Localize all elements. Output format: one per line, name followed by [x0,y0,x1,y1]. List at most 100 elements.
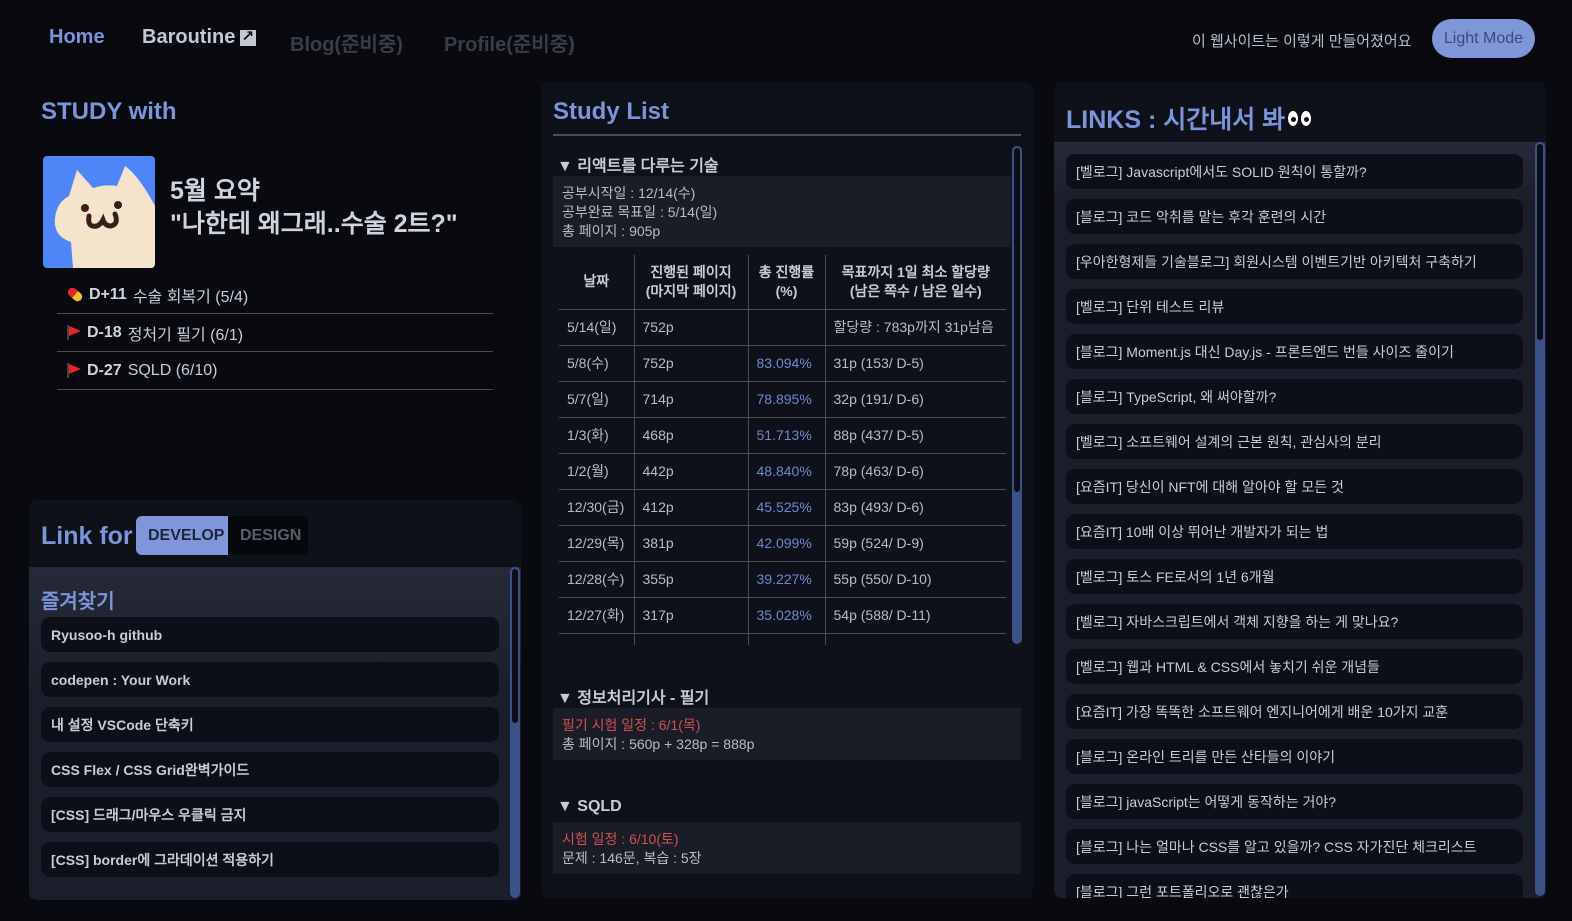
exam-date: 시험 일정 : 6/10(토) [562,831,679,847]
col-quota: 목표까지 1일 최소 할당량 (남은 쪽수 / 남은 일수) [824,255,1006,310]
title-divider [553,134,1021,136]
favorites-heading: 즐겨찾기 [41,591,115,613]
cat-avatar [43,156,155,268]
dday-count: D-27 [87,361,122,379]
category-toggle: DEVELOP DESIGN [136,516,308,555]
links-scrollbar[interactable] [1535,142,1545,896]
dday-count: D-18 [87,323,122,341]
top-nav: Home Baroutine Blog(준비중) Profile(준비중) 이 … [0,0,1572,78]
dday-count: D+11 [89,285,127,303]
link-item[interactable]: [블로그] 그런 포트폴리오로 괜찮은가 [1066,874,1523,898]
links-scrollbar-thumb[interactable] [1535,142,1545,342]
summary-month: 5월 요약 [170,177,260,205]
link-item[interactable]: [블로그] 온라인 트리를 만든 산타들의 이야기 [1066,739,1523,774]
cell-pages: 752p [633,309,748,346]
cell-empty [633,633,748,645]
col-date: 날짜 [559,255,634,310]
link-item[interactable]: [벨로그] 토스 FE로서의 1년 6개월 [1066,559,1523,594]
link-item[interactable]: [요즘IT] 가장 똑똑한 소프트웨어 엔지니어에게 배운 10가지 교훈 [1066,694,1523,729]
link-item[interactable]: [벨로그] 웹과 HTML & CSS에서 놓치기 쉬운 개념들 [1066,649,1523,684]
links-list: [벨로그] Javascript에서도 SOLID 원칙이 통할까? [블로그] … [1066,154,1523,898]
favorites-list: Ryusoo-h github codepen : Your Work 내 설정… [41,617,499,887]
link-for-panel: Link for DEVELOP DESIGN 즐겨찾기 Ryusoo-h gi… [29,500,521,900]
cell-pages: 752p [633,345,748,382]
favorites-scrollbar[interactable] [510,567,520,898]
study-scrollbar-thumb[interactable] [1012,146,1022,494]
cell-progress [747,309,825,346]
section-toggle-react[interactable]: ▼ 리액트를 다루는 기술 [557,152,719,176]
tab-develop[interactable]: DEVELOP [136,516,228,555]
cell-quota: 83p (493/ D-6) [824,489,1006,526]
link-item[interactable]: [벨로그] 소프트웨어 설계의 근본 원칙, 관심사의 분리 [1066,424,1523,459]
link-item[interactable]: [요즘IT] 10배 이상 뛰어난 개발자가 되는 법 [1066,514,1523,549]
cell-date: 12/27(화) [559,597,634,634]
favorite-link[interactable]: [CSS] border에 그라데이션 적용하기 [41,842,499,877]
link-item[interactable]: [블로그] TypeScript, 왜 써야할까? [1066,379,1523,414]
cell-pages: 468p [633,417,748,454]
nav-profile-link: Profile(준비중) [444,34,575,56]
cell-date: 1/3(화) [559,417,634,454]
table-row: 5/14(일) 752p 할당량 : 783p까지 31p남음 [559,309,1006,346]
study-with-title: STUDY with [41,98,177,125]
nav-baroutine-link[interactable]: Baroutine [142,26,257,49]
info-line: 공부시작일 : 12/14(수) [562,185,696,201]
table-row [559,633,1006,645]
table-row: 12/27(화) 317p 35.028% 54p (588/ D-11) [559,597,1006,634]
favorites-scrollbar-thumb[interactable] [510,567,520,725]
favorite-link[interactable]: codepen : Your Work [41,662,499,697]
favorite-link[interactable]: [CSS] 드래그/마우스 우클릭 금지 [41,797,499,832]
col-pages: 진행된 페이지 (마지막 페이지) [633,255,748,310]
info-line: 총 페이지 : 560p + 328p = 888p [562,736,755,752]
dday-list: D+11 수술 회복기 (5/4) D-18 정처기 필기 (6/1) D-27… [57,276,493,390]
cell-progress: 39.227% [747,561,825,598]
cell-progress: 42.099% [747,525,825,562]
table-row: 5/8(수) 752p 83.094% 31p (153/ D-5) [559,345,1006,382]
cell-date: 12/30(금) [559,489,634,526]
link-item[interactable]: [벨로그] 단위 테스트 리뷰 [1066,289,1523,324]
favorite-link[interactable]: CSS Flex / CSS Grid완벽가이드 [41,752,499,787]
cell-date: 5/7(일) [559,381,634,418]
cell-quota: 55p (550/ D-10) [824,561,1006,598]
nav-home-link[interactable]: Home [49,26,105,49]
link-item[interactable]: [블로그] 나는 얼마나 CSS를 알고 있을까? CSS 자가진단 체크리스트 [1066,829,1523,864]
engineer-info-box: 필기 시험 일정 : 6/1(목) 총 페이지 : 560p + 328p = … [553,708,1021,760]
table-row: 1/3(화) 468p 51.713% 88p (437/ D-5) [559,417,1006,454]
cell-quota: 88p (437/ D-5) [824,417,1006,454]
light-mode-button[interactable]: Light Mode [1432,19,1535,58]
about-site-link[interactable]: 이 웹사이트는 이렇게 만들어졌어요 [1192,30,1412,51]
link-item[interactable]: [블로그] javaScript는 어떻게 동작하는 거야? [1066,784,1523,819]
eyes-icon [1287,109,1313,127]
cell-quota: 78p (463/ D-6) [824,453,1006,490]
cell-progress: 83.094% [747,345,825,382]
cell-date: 5/14(일) [559,309,634,346]
flag-icon [67,363,81,378]
cell-date: 1/2(월) [559,453,634,490]
link-item[interactable]: [블로그] 코드 악취를 맡는 후각 훈련의 시간 [1066,199,1523,234]
cell-date: 12/28(수) [559,561,634,598]
link-item[interactable]: [우아한형제들 기술블로그] 회원시스템 이벤트기반 아키텍처 구축하기 [1066,244,1523,279]
cell-empty [824,633,1006,645]
nav-baroutine-label: Baroutine [142,26,236,48]
dday-label: SQLD (6/10) [127,361,218,379]
cell-quota: 54p (588/ D-11) [824,597,1006,634]
nav-blog-link: Blog(준비중) [290,34,403,56]
external-link-icon [240,27,257,46]
link-item[interactable]: [요즘IT] 당신이 NFT에 대해 알아야 할 모든 것 [1066,469,1523,504]
cell-quota: 할당량 : 783p까지 31p남음 [824,309,1006,346]
section-toggle-engineer[interactable]: ▼ 정보처리기사 - 필기 [557,684,709,708]
cell-date: 12/29(목) [559,525,634,562]
favorite-link[interactable]: Ryusoo-h github [41,617,499,652]
table-row: 12/28(수) 355p 39.227% 55p (550/ D-10) [559,561,1006,598]
study-scrollbar[interactable] [1012,146,1022,644]
link-item[interactable]: [벨로그] 자바스크립트에서 객체 지향을 하는 게 맞나요? [1066,604,1523,639]
tab-design[interactable]: DESIGN [228,516,308,555]
info-line: 문제 : 146문, 복습 : 5장 [562,850,702,866]
sqld-info-box: 시험 일정 : 6/10(토) 문제 : 146문, 복습 : 5장 [553,822,1021,874]
favorite-link[interactable]: 내 설정 VSCode 단축키 [41,707,499,742]
link-item[interactable]: [벨로그] Javascript에서도 SOLID 원칙이 통할까? [1066,154,1523,189]
dday-item: D-18 정처기 필기 (6/1) [57,314,493,352]
link-item[interactable]: [블로그] Moment.js 대신 Day.js - 프론트엔드 번들 사이즈… [1066,334,1523,369]
cell-pages: 442p [633,453,748,490]
cell-quota: 59p (524/ D-9) [824,525,1006,562]
section-toggle-sqld[interactable]: ▼ SQLD [557,798,622,816]
